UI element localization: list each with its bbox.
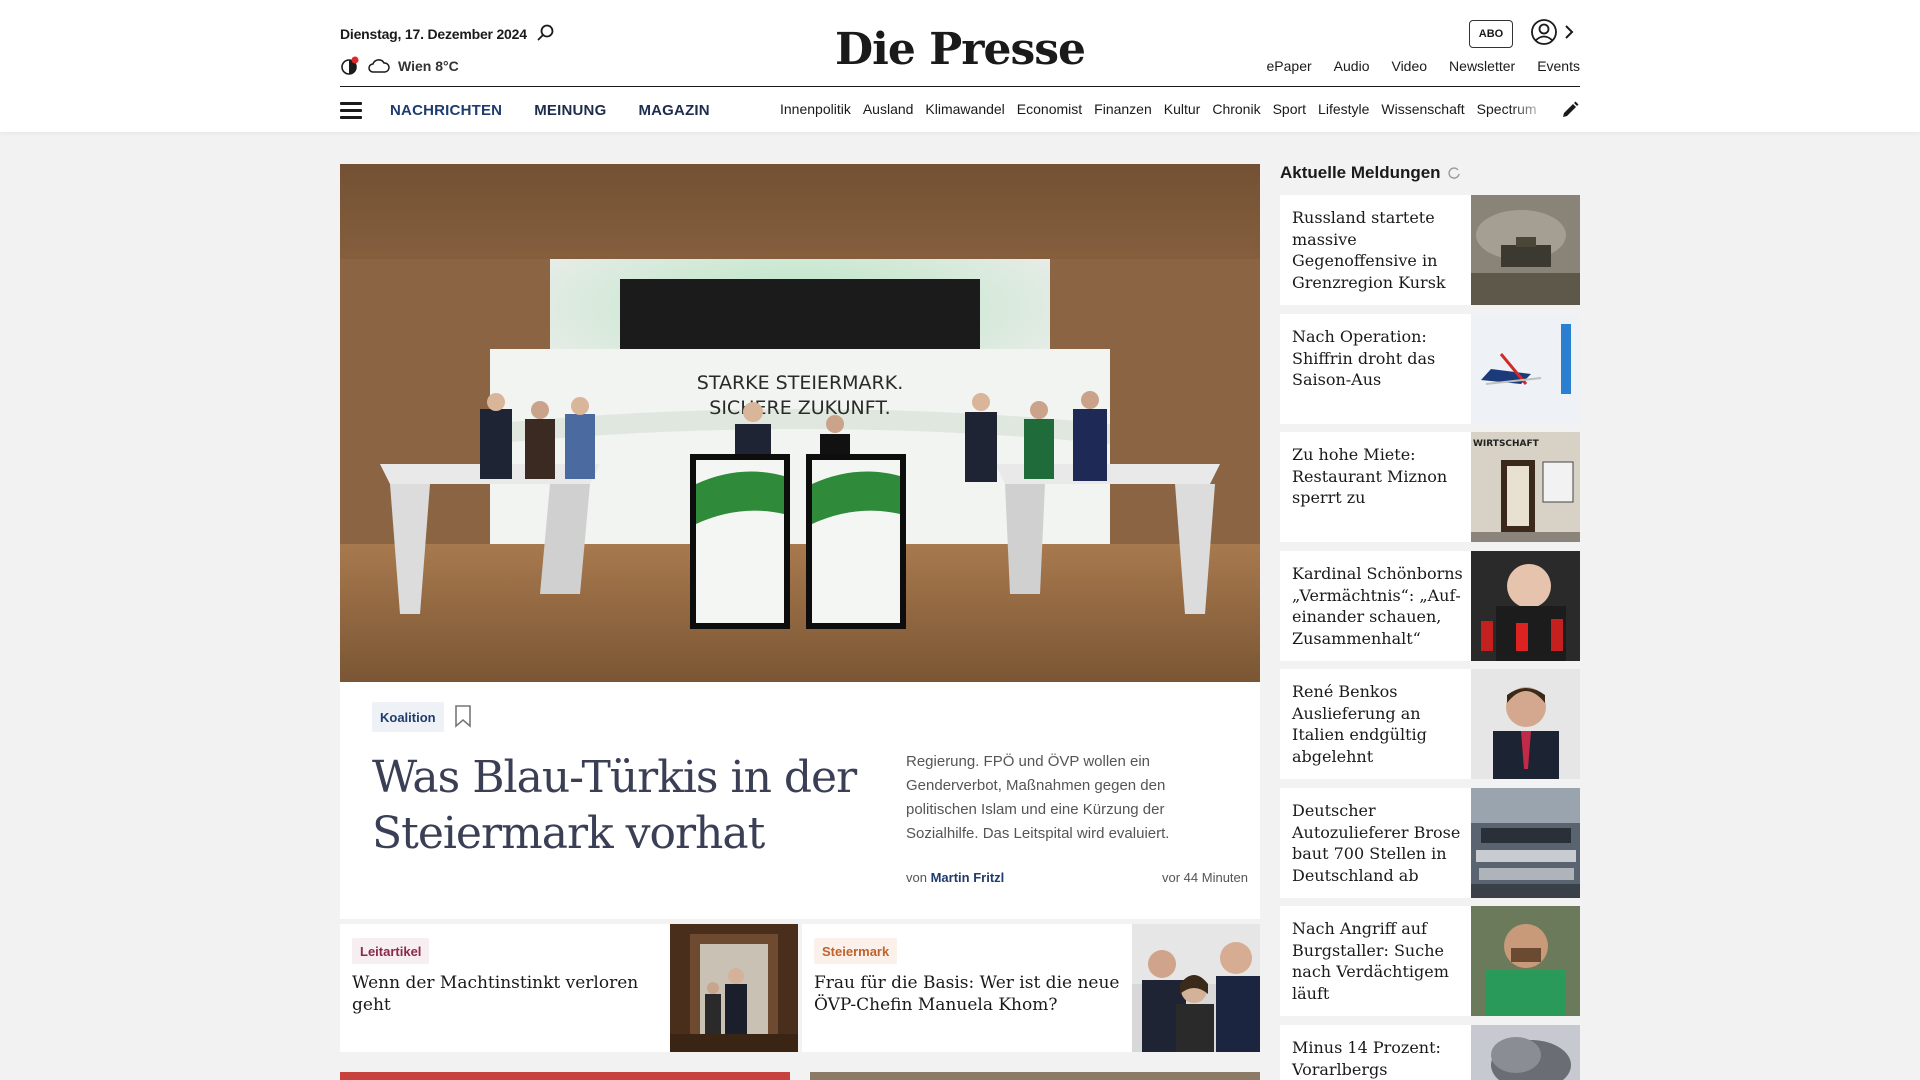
news-thumbnail[interactable] xyxy=(1471,1025,1580,1080)
hero-teaser: Regierung. FPÖ und ÖVP wollen ein Gender… xyxy=(906,753,1170,842)
hero-image[interactable]: STARKE STEIERMARK. SICHERE ZUKUNFT. xyxy=(340,164,1260,682)
chevron-right-icon[interactable] xyxy=(1562,22,1576,42)
top-link-epaper[interactable]: ePaper xyxy=(1267,58,1312,74)
subnav-chronik[interactable]: Chronik xyxy=(1212,101,1260,117)
ski-photo xyxy=(1471,314,1580,424)
next-article-image-left[interactable] xyxy=(340,1072,790,1080)
news-thumbnail[interactable] xyxy=(1471,906,1580,1016)
article-card-leitartikel[interactable]: Leitartikel Wenn der Machtinstinkt verlo… xyxy=(340,924,798,1052)
news-title[interactable]: Nach Operation: Shiffrin droht das Saiso… xyxy=(1292,326,1467,391)
list-item[interactable]: Nach Operation: Shiffrin droht das Saiso… xyxy=(1280,314,1580,424)
football-player-photo xyxy=(1471,906,1580,1016)
sub-nav: Innenpolitik Ausland Klimawandel Economi… xyxy=(780,101,1550,117)
top-link-audio[interactable]: Audio xyxy=(1334,58,1370,74)
top-link-video[interactable]: Video xyxy=(1391,58,1427,74)
subnav-sport[interactable]: Sport xyxy=(1273,101,1306,117)
tank-photo xyxy=(1471,195,1580,305)
news-title[interactable]: Nach Angriff auf Burgstaller: Suche nach… xyxy=(1292,918,1467,1004)
subnav-wissenschaft[interactable]: Wissenschaft xyxy=(1381,101,1464,117)
search-icon[interactable] xyxy=(536,23,556,43)
subnav-innenpolitik[interactable]: Innenpolitik xyxy=(780,101,851,117)
news-thumbnail[interactable] xyxy=(1471,195,1580,305)
smoke-photo xyxy=(1471,1025,1580,1080)
hero-category-tag[interactable]: Koalition xyxy=(372,702,444,732)
press-conference-photo: STARKE STEIERMARK. SICHERE ZUKUNFT. xyxy=(340,164,1260,682)
news-thumbnail[interactable] xyxy=(1471,551,1580,661)
category-tag[interactable]: Steiermark xyxy=(814,938,898,964)
author-link[interactable]: Martin Fritzl xyxy=(931,870,1005,885)
restaurant-photo: WIRTSCHAFT xyxy=(1471,432,1580,542)
doorway-photo xyxy=(670,924,798,1052)
hero-headline[interactable]: Was Blau-Türkis in der Steiermark vorhat xyxy=(372,750,872,862)
article-image[interactable] xyxy=(1132,924,1260,1052)
subnav-ausland[interactable]: Ausland xyxy=(863,101,914,117)
top-link-events[interactable]: Events xyxy=(1537,58,1580,74)
sidebar-title: Aktuelle Meldungen xyxy=(1280,163,1441,182)
main-navigation: NACHRICHTEN MEINUNG MAGAZIN Innenpolitik… xyxy=(340,94,1580,126)
category-tag[interactable]: Leitartikel xyxy=(352,938,430,964)
news-title[interactable]: Minus 14 Prozent: Vorarlbergs Wasserkraf… xyxy=(1292,1037,1467,1080)
main-nav: NACHRICHTEN MEINUNG MAGAZIN xyxy=(390,102,710,119)
subnav-kultur[interactable]: Kultur xyxy=(1164,101,1201,117)
news-thumbnail[interactable] xyxy=(1471,314,1580,424)
backdrop-text-2: SICHERE ZUKUNFT. xyxy=(709,397,890,419)
subnav-economist[interactable]: Economist xyxy=(1017,101,1082,117)
list-item[interactable]: Russland startete massive Gegenoffensive… xyxy=(1280,195,1580,305)
site-header: Dienstag, 17. Dezember 2024 Wien 8°C Die… xyxy=(0,0,1920,132)
subnav-finanzen[interactable]: Finanzen xyxy=(1094,101,1152,117)
nav-magazin[interactable]: MAGAZIN xyxy=(638,102,709,119)
bookmark-icon[interactable] xyxy=(454,704,472,728)
sub-nav-fade xyxy=(1510,94,1550,126)
site-logo[interactable]: Die Presse xyxy=(820,24,1100,75)
sidebar-heading: Aktuelle Meldungen xyxy=(1280,163,1461,183)
list-item[interactable]: Deutscher Autozulieferer Brose baut 700 … xyxy=(1280,788,1580,898)
politicians-photo xyxy=(1132,924,1260,1052)
subnav-klimawandel[interactable]: Klimawandel xyxy=(925,101,1004,117)
cloud-icon xyxy=(368,59,390,73)
nav-nachrichten[interactable]: NACHRICHTEN xyxy=(390,102,502,119)
pencil-icon[interactable] xyxy=(1560,100,1580,120)
top-links: ePaper Audio Video Newsletter Events xyxy=(1267,58,1580,74)
current-date: Dienstag, 17. Dezember 2024 xyxy=(340,26,527,42)
list-item[interactable]: Zu hohe Miete: Restaurant Miznon sperrt … xyxy=(1280,432,1580,542)
factory-photo xyxy=(1471,788,1580,898)
list-item[interactable]: Kardinal Schönborns „Vermächtnis“: „Auf­… xyxy=(1280,551,1580,661)
byline-prefix: von xyxy=(906,870,927,885)
backdrop-text-1: STARKE STEIERMARK. xyxy=(697,372,903,394)
header-divider xyxy=(340,86,1580,87)
news-title[interactable]: Kardinal Schönborns „Vermächtnis“: „Auf­… xyxy=(1292,563,1467,649)
nav-meinung[interactable]: MEINUNG xyxy=(534,102,606,119)
dark-mode-icon[interactable] xyxy=(340,56,360,76)
list-item[interactable]: René Benkos Auslieferung an Italien endg… xyxy=(1280,669,1580,779)
news-thumbnail[interactable] xyxy=(1471,788,1580,898)
news-title[interactable]: René Benkos Auslieferung an Italien endg… xyxy=(1292,681,1467,767)
cardinal-photo xyxy=(1471,551,1580,661)
weather-widget[interactable]: Wien 8°C xyxy=(340,56,459,76)
article-title[interactable]: Wenn der Machtinstinkt verloren geht xyxy=(352,972,672,1016)
list-item[interactable]: Minus 14 Prozent: Vorarlbergs Wasserkraf… xyxy=(1280,1025,1580,1080)
article-card-steiermark[interactable]: Steiermark Frau für die Basis: Wer ist d… xyxy=(802,924,1260,1052)
news-title[interactable]: Zu hohe Miete: Restaurant Miznon sperrt … xyxy=(1292,444,1467,509)
hero-byline: von Martin Fritzl xyxy=(906,870,1004,885)
user-icon[interactable] xyxy=(1530,18,1558,46)
top-link-newsletter[interactable]: Newsletter xyxy=(1449,58,1515,74)
news-thumbnail[interactable] xyxy=(1471,669,1580,779)
menu-icon[interactable] xyxy=(340,100,364,120)
article-title[interactable]: Frau für die Basis: Wer ist die neue ÖVP… xyxy=(814,972,1134,1016)
news-title[interactable]: Russland startete massive Gegenoffensive… xyxy=(1292,207,1467,293)
hero-article[interactable]: STARKE STEIERMARK. SICHERE ZUKUNFT. Koal… xyxy=(340,164,1260,919)
list-item[interactable]: Nach Angriff auf Burgstaller: Suche nach… xyxy=(1280,906,1580,1016)
hero-timestamp: vor 44 Minuten xyxy=(1162,870,1248,885)
portrait-photo xyxy=(1471,669,1580,779)
abo-button[interactable]: ABO xyxy=(1469,20,1513,48)
news-thumbnail[interactable]: WIRTSCHAFT xyxy=(1471,432,1580,542)
thumb-sign-text: WIRTSCHAFT xyxy=(1473,439,1540,449)
weather-text: Wien 8°C xyxy=(398,58,459,74)
subnav-lifestyle[interactable]: Lifestyle xyxy=(1318,101,1369,117)
next-article-image-right[interactable] xyxy=(810,1072,1260,1080)
news-title[interactable]: Deutscher Autozulieferer Brose baut 700 … xyxy=(1292,800,1467,886)
refresh-icon[interactable] xyxy=(1447,166,1461,180)
article-image[interactable] xyxy=(670,924,798,1052)
